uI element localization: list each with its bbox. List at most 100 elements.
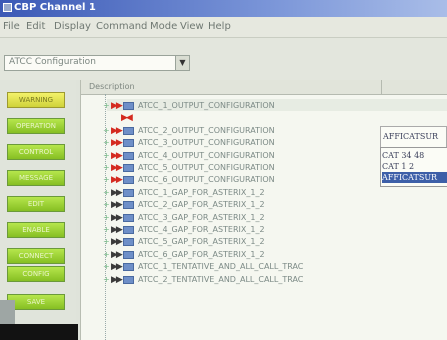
gap-arrow-icon: ▶▶ [111, 212, 123, 223]
tree-row[interactable]: + ▶▶ ATCC_4_GAP_FOR_ASTERIX_1_2 [81, 224, 447, 236]
operation-button[interactable]: OPERATION [7, 118, 65, 134]
tree-row[interactable]: + ▶▶ ATCC_2_GAP_FOR_ASTERIX_1_2 [81, 199, 447, 211]
warning-button[interactable]: WARNING [7, 92, 65, 108]
gap-arrow-icon: ▶▶ [111, 200, 123, 211]
configuration-select[interactable]: ATCC Configuration ▼ [4, 55, 190, 71]
tree-row-label: ATCC_2_OUTPUT_CONFIGURATION [138, 125, 275, 135]
expand-icon[interactable]: + [103, 249, 110, 261]
tree-row-label: ATCC_5_GAP_FOR_ASTERIX_1_2 [138, 237, 265, 247]
control-button[interactable]: CONTROL [7, 144, 65, 160]
menu-file[interactable]: File [3, 21, 20, 32]
desktop-edge [0, 300, 15, 324]
menu-command[interactable]: Command [96, 21, 147, 32]
gap-arrow-icon: ▶▶ [111, 237, 123, 248]
expand-icon[interactable]: + [103, 236, 110, 248]
tree-row-label: ATCC_1_GAP_FOR_ASTERIX_1_2 [138, 187, 265, 197]
gap-arrow-icon: ▶▶ [111, 249, 123, 260]
tree-header: Description [81, 80, 447, 95]
folder-icon [123, 164, 134, 172]
output-arrow-icon: ▶▶ [111, 150, 123, 161]
folder-icon [123, 250, 134, 259]
gap-arrow-icon: ▶▶ [111, 262, 123, 273]
gap-arrow-icon: ▶▶ [111, 274, 123, 285]
expand-icon[interactable]: + [103, 224, 110, 236]
output-arrow-icon: ▶▶ [111, 163, 123, 173]
save-button[interactable]: SAVE [7, 294, 65, 310]
gap-arrow-icon: ▶▶ [111, 187, 123, 198]
folder-icon [123, 126, 134, 135]
expand-icon[interactable]: + [103, 100, 110, 112]
tree-row-label: ATCC_4_GAP_FOR_ASTERIX_1_2 [138, 225, 265, 234]
tree-row[interactable]: ▶◀ [81, 112, 447, 124]
folder-icon [123, 139, 134, 148]
dropdown-option-1[interactable]: CAT 34 48 [382, 150, 424, 161]
menu-edit[interactable]: Edit [26, 21, 45, 32]
window-title: CBP Channel 1 [14, 2, 96, 13]
enable-button[interactable]: ENABLE [7, 222, 65, 238]
configuration-tree[interactable]: Description + ▶▶ ATCC_1_OUTPUT_CONFIGURATI… [80, 80, 447, 340]
expand-icon[interactable]: + [103, 137, 110, 149]
expand-icon[interactable]: + [103, 174, 110, 186]
tree-row[interactable]: + ▶▶ ATCC_3_GAP_FOR_ASTERIX_1_2 [81, 212, 447, 224]
app-icon [3, 3, 12, 12]
expand-icon[interactable]: + [103, 162, 110, 174]
expand-icon[interactable]: + [103, 212, 110, 224]
toolbar: ATCC Configuration ▼ [0, 38, 447, 80]
title-bar: CBP Channel 1 [0, 0, 447, 17]
menu-bar: File Edit Display Command Mode View Help [0, 17, 447, 38]
expand-icon[interactable]: + [103, 187, 110, 199]
tree-row[interactable]: + ▶▶ ATCC_5_GAP_FOR_ASTERIX_1_2 [81, 236, 447, 248]
taskbar [0, 324, 78, 340]
folder-icon [123, 213, 134, 222]
gap-arrow-icon: ▶▶ [111, 225, 123, 235]
value-box-text: AFFICATSUR [383, 132, 439, 141]
tree-row-label: ATCC_4_OUTPUT_CONFIGURATION [138, 150, 275, 160]
tree-row[interactable]: + ▶▶ ATCC_1_GAP_FOR_ASTERIX_1_2 [81, 187, 447, 199]
tree-row-label: ATCC_6_GAP_FOR_ASTERIX_1_2 [138, 249, 265, 259]
menu-help[interactable]: Help [208, 21, 231, 32]
menu-mode[interactable]: Mode [150, 21, 177, 32]
folder-icon [123, 226, 134, 234]
tree-row-label: ATCC_2_TENTATIVE_AND_ALL_CALL_TRAC [138, 274, 304, 284]
config-button[interactable]: CONFIG [7, 266, 65, 282]
tree-row-label: ATCC_5_OUTPUT_CONFIGURATION [138, 163, 275, 172]
tree-row-label: ATCC_3_GAP_FOR_ASTERIX_1_2 [138, 212, 265, 222]
folder-icon [123, 176, 134, 185]
folder-icon [123, 275, 134, 284]
output-arrow-icon: ▶▶ [111, 175, 123, 186]
value-dropdown[interactable]: CAT 34 48 CAT 1 2 AFFICATSUR [380, 147, 447, 187]
folder-icon [123, 201, 134, 210]
dropdown-option-3[interactable]: AFFICATSUR [382, 172, 447, 183]
tree-row[interactable]: + ▶▶ ATCC_6_GAP_FOR_ASTERIX_1_2 [81, 249, 447, 261]
tree-row[interactable]: + ▶▶ ATCC_1_OUTPUT_CONFIGURATION [81, 100, 447, 112]
folder-icon [123, 151, 134, 160]
output-arrow-icon: ▶▶ [111, 138, 123, 149]
output-arrow-icon: ▶▶ [111, 101, 123, 111]
tree-row-label: ATCC_2_GAP_FOR_ASTERIX_1_2 [138, 200, 265, 210]
folder-icon [123, 238, 134, 247]
edit-button[interactable]: EDIT [7, 196, 65, 212]
value-box[interactable]: AFFICATSUR [380, 126, 447, 148]
folder-icon [123, 102, 134, 110]
tree-row[interactable]: + ▶▶ ATCC_1_TENTATIVE_AND_ALL_CALL_TRAC [81, 261, 447, 273]
expand-icon[interactable]: + [103, 150, 110, 162]
dropdown-option-2[interactable]: CAT 1 2 [382, 161, 414, 172]
menu-display[interactable]: Display [54, 21, 91, 32]
menu-view[interactable]: View [180, 21, 204, 32]
connect-button[interactable]: CONNECT [7, 248, 65, 264]
expand-icon[interactable]: + [103, 274, 110, 286]
column-separator[interactable] [381, 80, 382, 94]
tree-row-label: ATCC_6_OUTPUT_CONFIGURATION [138, 175, 275, 185]
message-button[interactable]: MESSAGE [7, 170, 65, 186]
chevron-down-icon[interactable]: ▼ [175, 56, 189, 70]
folder-icon [123, 263, 134, 272]
configuration-select-value: ATCC Configuration [9, 57, 96, 67]
folder-icon [123, 188, 134, 197]
expand-icon[interactable]: + [103, 261, 110, 273]
expand-icon[interactable]: + [103, 199, 110, 211]
tree-row[interactable]: + ▶▶ ATCC_2_TENTATIVE_AND_ALL_CALL_TRAC [81, 274, 447, 286]
expand-icon[interactable]: + [103, 125, 110, 137]
output-arrow-icon: ▶▶ [111, 125, 123, 136]
tree-row-label: ATCC_3_OUTPUT_CONFIGURATION [138, 138, 275, 148]
description-column-header[interactable]: Description [89, 82, 135, 91]
